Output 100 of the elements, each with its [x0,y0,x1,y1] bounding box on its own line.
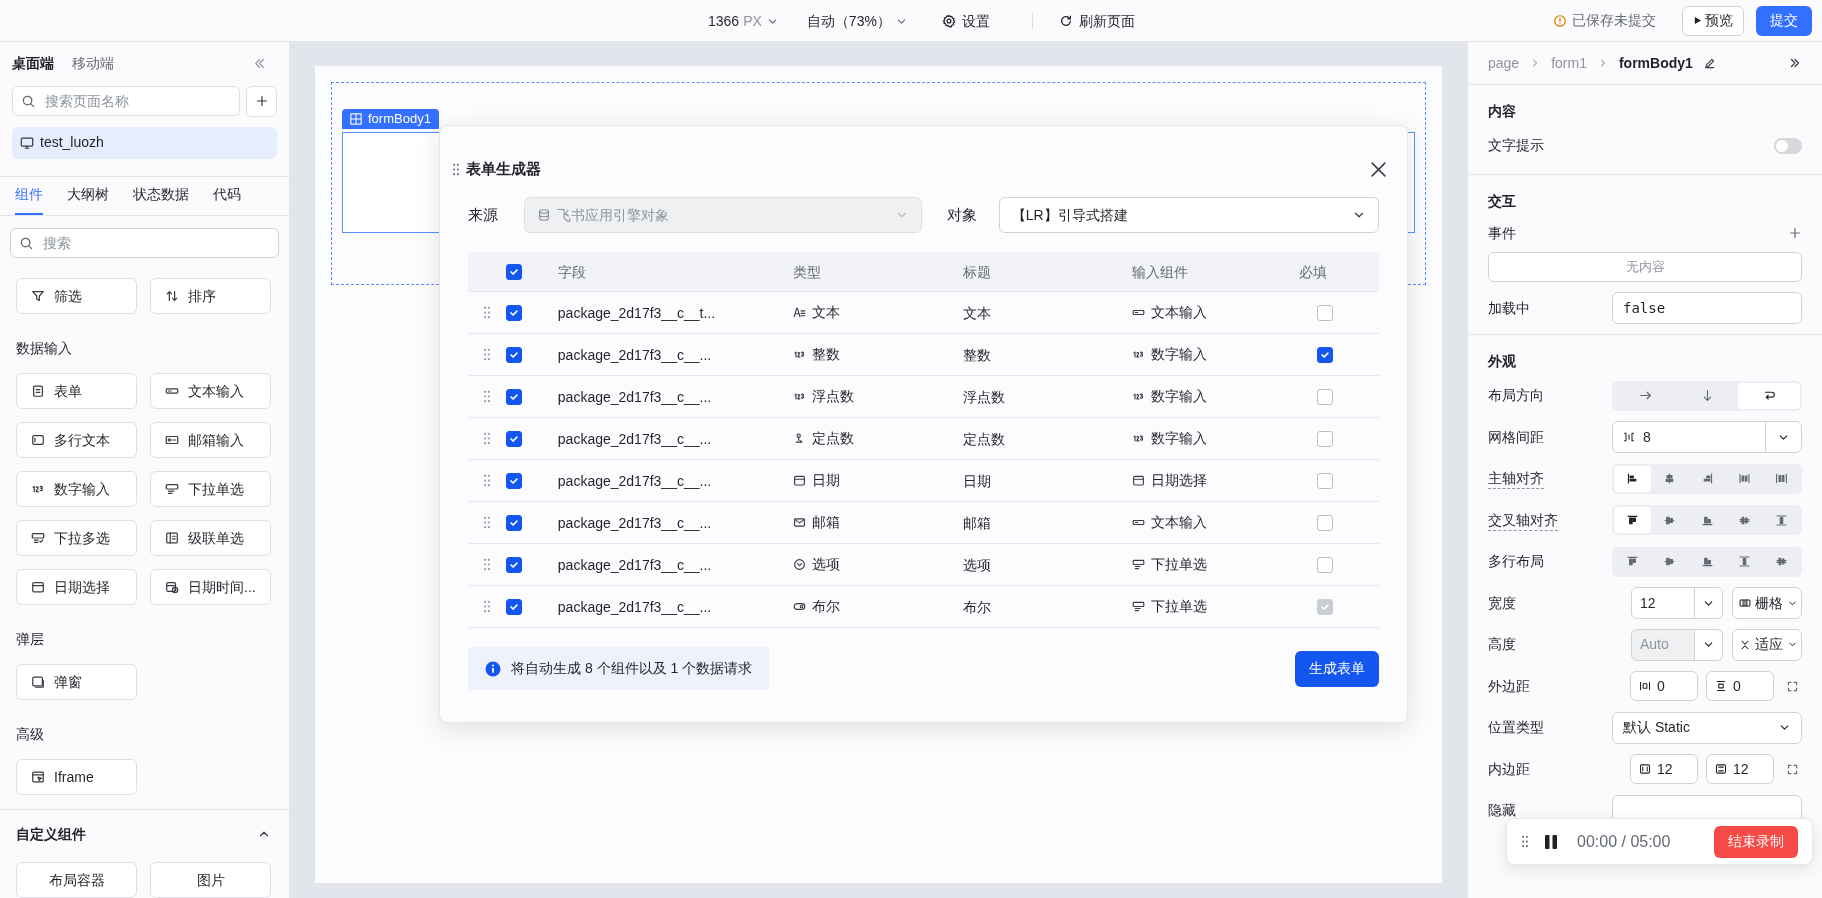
position-select[interactable]: 默认 Static [1612,711,1802,744]
target-select[interactable]: 【LR】引导式搭建 [998,197,1379,233]
component-button[interactable]: 日期时间... [150,569,271,605]
stop-recording-button[interactable]: 结束录制 [1714,825,1798,858]
checkbox[interactable] [505,263,522,280]
checkbox[interactable] [1317,430,1334,447]
expand-icon [1788,56,1802,70]
pause-icon[interactable] [1543,832,1559,851]
checkbox[interactable] [505,304,522,321]
panel-tab[interactable]: 组件 [15,184,43,215]
checkmark-icon [508,391,519,402]
component-button[interactable]: 图片 [150,862,271,898]
gap-select[interactable]: 8 [1612,421,1802,454]
drag-handle-icon[interactable] [482,390,491,403]
custom-components-header[interactable]: 自定义组件 [16,810,273,858]
property-label: 文字提示 [1488,136,1545,155]
checkbox[interactable] [505,388,522,405]
checkbox[interactable] [505,598,522,615]
zoom-dropdown[interactable]: 自动（73%） [806,10,908,32]
component-button[interactable]: 日期选择 [16,569,137,605]
field-name: package_2d17f3__c__... [557,346,712,363]
component-button[interactable]: 多行文本 [16,422,137,458]
submit-button[interactable]: 提交 [1756,5,1812,36]
drag-handle-icon[interactable] [482,558,491,571]
drag-handle-icon[interactable] [482,306,491,319]
width-dropdown[interactable]: 1366 PX [708,10,779,32]
drag-handle-icon[interactable] [452,162,460,176]
component-button[interactable]: 数字输入 [16,471,137,507]
calendar-icon [1131,474,1145,487]
checkbox[interactable] [1317,388,1334,405]
field-type: 文本 [793,302,963,323]
generate-form-button[interactable]: 生成表单 [1295,650,1379,687]
component-search-field[interactable]: 搜索 [10,228,279,258]
component-button[interactable]: 级联单选 [150,520,271,556]
refresh-button[interactable]: 刷新页面 [1058,10,1135,32]
checkbox[interactable] [1317,472,1334,489]
shrink-arrows-icon [1739,638,1751,651]
checkbox[interactable] [1317,556,1334,573]
panel-tab[interactable]: 代码 [213,184,241,215]
drag-handle-icon[interactable] [482,516,491,529]
component-button[interactable]: 邮箱输入 [150,422,271,458]
checkbox[interactable] [1317,346,1334,363]
window-icon [31,675,45,689]
settings-button[interactable]: 设置 [941,10,990,32]
selection-label[interactable]: formBody1 [342,109,439,129]
component-button[interactable]: 弹窗 [16,664,137,700]
property-label: 主轴对齐 [1488,468,1612,490]
drag-handle-icon[interactable] [482,474,491,487]
checkbox[interactable] [505,514,522,531]
spacing-input[interactable]: 12 [1630,754,1698,785]
checkbox[interactable] [1317,514,1334,531]
property-label: 位置类型 [1488,718,1545,738]
component-button[interactable]: 布局容器 [16,862,137,898]
refresh-icon [1058,14,1073,28]
spacing-input[interactable]: 0 [1630,671,1698,702]
space-around-icon [1774,472,1788,486]
expand-corners-icon [1785,679,1799,693]
drag-handle-icon[interactable] [1521,835,1529,848]
preview-button[interactable]: 预览 [1682,5,1744,36]
checkbox[interactable] [505,430,522,447]
checkbox[interactable] [505,346,522,363]
page-search-field[interactable]: 搜索页面名称 [12,86,240,117]
panel-tab[interactable]: 状态数据 [133,184,189,215]
checkbox[interactable] [1317,304,1334,321]
field-type: 选项 [793,554,963,575]
size-input[interactable]: 12 [1631,587,1723,620]
checkbox[interactable] [505,556,522,573]
section-title: 交互 [1488,191,1517,211]
add-page-button[interactable] [246,85,277,117]
segment-option[interactable] [1614,465,1652,492]
component-button[interactable]: 文本输入 [150,373,271,409]
size-mode-select[interactable]: 栅格 [1732,587,1802,620]
save-status: 已保存未提交 [1553,10,1656,31]
component-button[interactable]: 下拉单选 [150,471,271,507]
page-item[interactable]: test_luozh [12,126,277,159]
drag-handle-icon[interactable] [482,432,491,445]
component-button[interactable]: 排序 [150,278,271,314]
checkmark-icon [508,266,519,277]
device-tab[interactable]: 移动端 [72,53,114,75]
drag-handle-icon[interactable] [482,348,491,361]
segment-option[interactable] [1614,507,1652,534]
component-button[interactable]: Iframe [16,759,137,795]
padding-box-icon [1639,763,1651,776]
breadcrumb-link[interactable]: formBody1 [1618,52,1693,74]
spacing-input[interactable]: 12 [1706,754,1774,785]
component-button[interactable]: 筛选 [16,278,137,314]
component-button[interactable]: 下拉多选 [16,520,137,556]
frame-cursor-icon [31,770,45,784]
code-input[interactable]: false [1612,292,1802,324]
drag-handle-icon[interactable] [482,600,491,613]
empty-event-box: 无内容 [1488,252,1802,282]
device-tab[interactable]: 桌面端 [12,53,54,75]
property-label: 交叉轴对齐 [1488,509,1612,531]
spacing-input[interactable]: 0 [1706,671,1774,702]
toggle-switch[interactable] [1774,137,1802,154]
panel-tab[interactable]: 大纲树 [67,184,109,215]
dropdown-icon [1131,558,1145,571]
component-button[interactable]: 表单 [16,373,137,409]
database-icon [536,208,551,222]
checkbox[interactable] [505,472,522,489]
